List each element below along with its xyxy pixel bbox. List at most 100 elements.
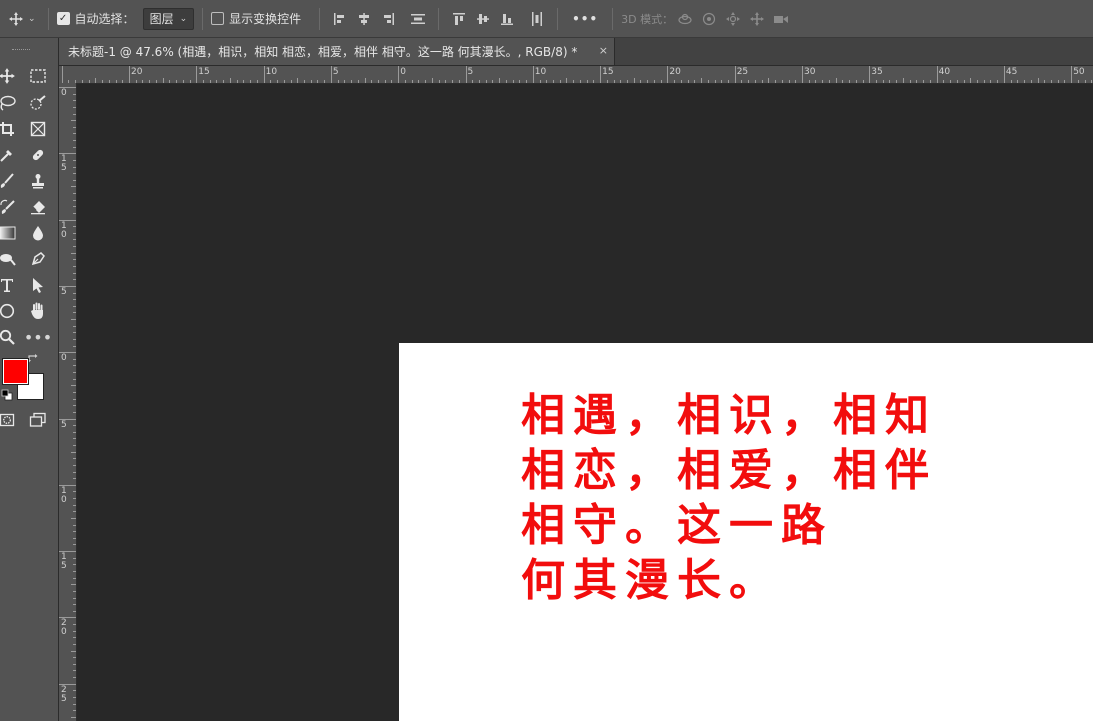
align-right-icon[interactable]: [376, 7, 400, 31]
ruler-tick: [236, 80, 238, 83]
eyedropper-icon[interactable]: [0, 143, 20, 167]
ruler-tick: [71, 186, 76, 188]
align-middle-icon[interactable]: [471, 7, 495, 31]
pen-icon[interactable]: [25, 247, 51, 271]
ruler-tick: [916, 80, 918, 83]
ruler-tick: [862, 80, 864, 83]
quick-mask-icon[interactable]: [0, 408, 20, 432]
ruler-tick: [404, 80, 406, 83]
ruler-tick: [512, 80, 514, 83]
ruler-label: 10: [534, 67, 547, 77]
checkbox-icon: [211, 12, 225, 25]
type-icon[interactable]: [0, 273, 20, 297]
ruler-tick: [102, 80, 104, 83]
gradient-icon[interactable]: [0, 221, 20, 245]
ruler-tick: [73, 279, 76, 281]
chevron-down-icon[interactable]: ⌄: [28, 14, 36, 24]
ruler-tick: [1051, 80, 1052, 83]
layer-select-dropdown[interactable]: 图层 ⌄: [142, 7, 195, 30]
clone-stamp-icon[interactable]: [25, 169, 51, 193]
ruler-tick: [73, 305, 76, 307]
ruler-tick: [73, 179, 76, 181]
eraser-icon[interactable]: [25, 195, 51, 219]
ruler-tick: [573, 80, 575, 83]
screen-mode-icon[interactable]: [25, 408, 51, 432]
ruler-tick: [983, 80, 985, 83]
ruler-label: 1 5: [61, 154, 67, 174]
history-brush-icon[interactable]: [0, 195, 20, 219]
ruler-tick: [1003, 66, 1005, 83]
frame-icon[interactable]: [25, 117, 51, 141]
ruler-tick: [73, 325, 76, 327]
healing-brush-icon[interactable]: [25, 143, 51, 167]
panel-grip[interactable]: [12, 49, 30, 52]
vertical-ruler[interactable]: 0 1 5 1 0 5 0 5 1 0 1 5 2 0 2 5: [59, 83, 77, 721]
3d-camera-icon[interactable]: [769, 7, 793, 31]
ruler-tick: [73, 140, 76, 142]
distribute-vertical-icon[interactable]: [525, 7, 549, 31]
ruler-tick: [203, 80, 205, 83]
ruler-tick: [653, 80, 655, 83]
rectangular-marquee-icon[interactable]: [25, 64, 51, 88]
show-transform-checkbox[interactable]: 显示变换控件: [211, 10, 301, 27]
ruler-tick: [73, 199, 76, 201]
distribute-horizontal-icon[interactable]: [406, 7, 430, 31]
dodge-icon[interactable]: [0, 247, 20, 271]
ruler-label: 5: [61, 419, 67, 430]
move-tool-icon[interactable]: [4, 7, 28, 31]
ruler-tick: [73, 643, 76, 645]
show-transform-label: 显示变换控件: [229, 12, 302, 26]
zoom-icon[interactable]: [0, 325, 20, 349]
ruler-tick: [896, 80, 898, 83]
ruler-tick: [73, 438, 76, 440]
3d-slide-icon[interactable]: [745, 7, 769, 31]
ruler-tick: [330, 66, 332, 83]
ruler-tick: [640, 80, 642, 83]
3d-orbit-icon[interactable]: [673, 7, 697, 31]
align-center-icon[interactable]: [352, 7, 376, 31]
hand-icon[interactable]: [25, 299, 51, 323]
align-bottom-icon[interactable]: [495, 7, 519, 31]
blur-icon[interactable]: [25, 221, 51, 245]
align-top-icon[interactable]: [447, 7, 471, 31]
ruler-tick: [169, 80, 171, 83]
ruler-tick: [73, 226, 76, 228]
document-tab[interactable]: 未标题-1 @ 47.6% (相遇，相识，相知 相恋，相爱，相伴 相守。这一路 …: [59, 38, 615, 65]
ruler-tick: [73, 159, 76, 161]
ruler-tick: [73, 491, 76, 493]
ruler-tick: [71, 319, 76, 321]
ruler-tick: [73, 365, 76, 367]
3d-pan-icon[interactable]: [721, 7, 745, 31]
canvas-text-layer[interactable]: 相遇，相识，相知 相恋，相爱，相伴 相守。这一路 何其漫长。: [521, 388, 937, 608]
more-options-button[interactable]: •••: [572, 12, 598, 26]
crop-icon[interactable]: [0, 117, 20, 141]
move-tool-icon[interactable]: [0, 64, 20, 88]
foreground-color-swatch[interactable]: [3, 359, 28, 384]
horizontal-ruler[interactable]: 20 15 10 5 0 5 10 15 20 25 30 35 40 45 50: [59, 66, 1093, 84]
ellipse-icon[interactable]: [0, 299, 20, 323]
close-icon[interactable]: ×: [599, 44, 608, 57]
default-colors-icon[interactable]: [0, 388, 14, 402]
auto-select-checkbox[interactable]: ✓ 自动选择：: [56, 10, 135, 27]
ruler-tick: [882, 80, 884, 83]
brush-icon[interactable]: [0, 169, 20, 193]
ruler-tick: [162, 78, 164, 83]
ruler-tick: [680, 80, 682, 83]
swap-colors-icon[interactable]: [26, 352, 40, 366]
ruler-tick: [317, 80, 319, 83]
ruler-tick: [943, 80, 945, 83]
quick-selection-icon[interactable]: [25, 91, 51, 115]
path-selection-icon[interactable]: [25, 273, 51, 297]
ruler-tick: [337, 80, 339, 83]
3d-roll-icon[interactable]: [697, 7, 721, 31]
ruler-tick: [73, 398, 76, 400]
ruler-label: 10: [265, 67, 278, 77]
ruler-tick: [73, 266, 76, 267]
ruler-tick: [71, 252, 76, 254]
align-left-icon[interactable]: [328, 7, 352, 31]
ruler-tick: [808, 80, 810, 83]
more-tools-button[interactable]: •••: [24, 325, 52, 349]
ruler-tick: [71, 120, 76, 122]
ruler-tick: [1010, 80, 1012, 83]
lasso-icon[interactable]: [0, 91, 20, 115]
